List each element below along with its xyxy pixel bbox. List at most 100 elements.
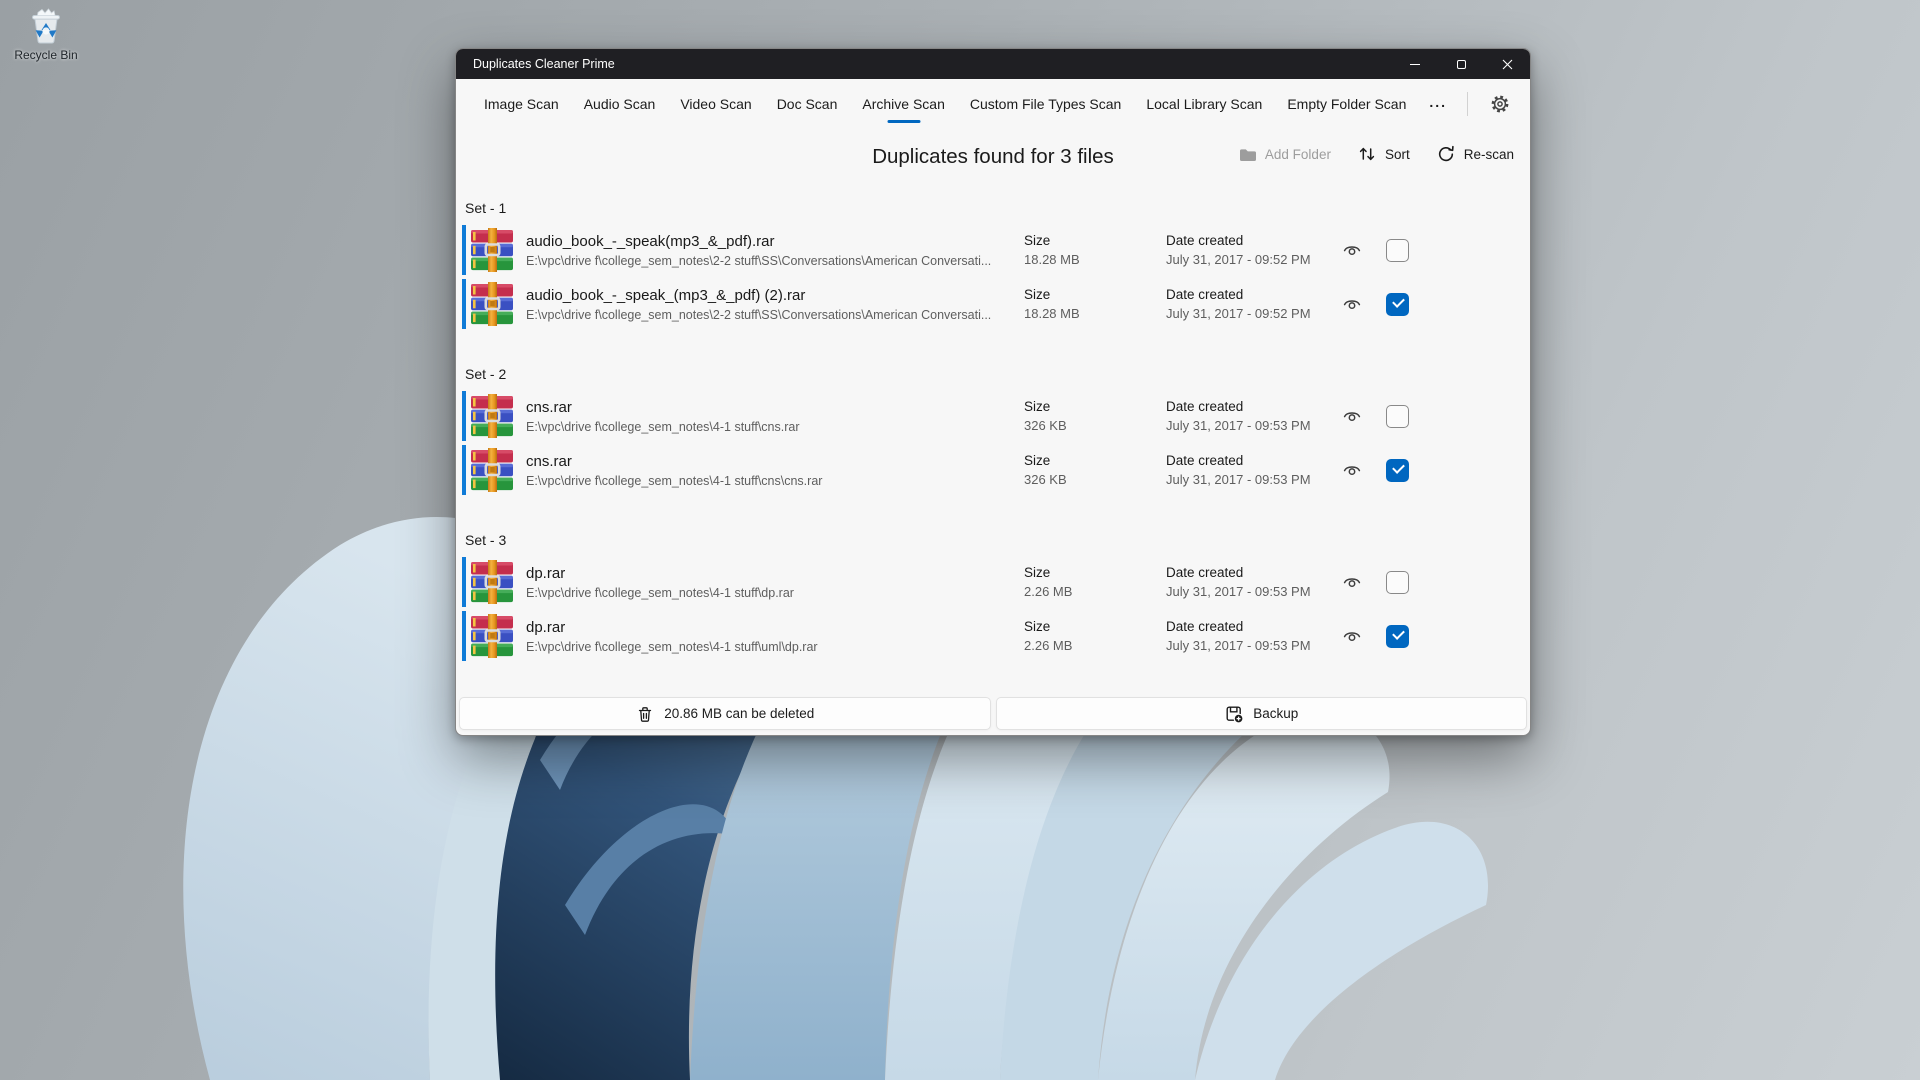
minimize-icon <box>1410 64 1420 65</box>
select-file-checkbox[interactable] <box>1386 459 1409 482</box>
preview-button[interactable] <box>1342 406 1386 426</box>
file-path: E:\vpc\drive f\college_sem_notes\4-1 stu… <box>526 474 1024 488</box>
trash-icon <box>635 704 655 724</box>
file-name: audio_book_-_speak(mp3_&_pdf).rar <box>526 233 1024 250</box>
tab-archive-scan[interactable]: Archive Scan <box>850 89 956 119</box>
size-label: Size <box>1024 453 1166 468</box>
add-folder-button[interactable]: Add Folder <box>1238 145 1331 164</box>
minimize-button[interactable] <box>1392 49 1438 79</box>
recycle-bin-shortcut[interactable]: Recycle Bin <box>6 6 86 62</box>
size-value: 18.28 MB <box>1024 252 1166 267</box>
scan-tabs: Image Scan Audio Scan Video Scan Doc Sca… <box>456 79 1530 129</box>
preview-button[interactable] <box>1342 460 1386 480</box>
refresh-icon <box>1436 144 1456 164</box>
tab-image-scan[interactable]: Image Scan <box>472 89 571 119</box>
winrar-archive-icon <box>470 614 514 658</box>
size-value: 2.26 MB <box>1024 584 1166 599</box>
file-path: E:\vpc\drive f\college_sem_notes\4-1 stu… <box>526 420 1024 434</box>
date-created-value: July 31, 2017 - 09:52 PM <box>1166 252 1342 267</box>
select-file-checkbox[interactable] <box>1386 405 1409 428</box>
tab-custom-file-types-scan[interactable]: Custom File Types Scan <box>958 89 1133 119</box>
file-path: E:\vpc\drive f\college_sem_notes\2-2 stu… <box>526 254 1024 268</box>
date-created-value: July 31, 2017 - 09:52 PM <box>1166 306 1342 321</box>
size-label: Size <box>1024 619 1166 634</box>
winrar-archive-icon <box>470 448 514 492</box>
file-name: dp.rar <box>526 619 1024 636</box>
file-path: E:\vpc\drive f\college_sem_notes\4-1 stu… <box>526 640 1024 654</box>
eye-preview-icon <box>1342 294 1362 314</box>
eye-preview-icon <box>1342 572 1362 592</box>
set-label: Set - 2 <box>465 366 1524 382</box>
file-name: audio_book_-_speak_(mp3_&_pdf) (2).rar <box>526 287 1024 304</box>
file-path: E:\vpc\drive f\college_sem_notes\2-2 stu… <box>526 308 1024 322</box>
tab-local-library-scan[interactable]: Local Library Scan <box>1134 89 1274 119</box>
set-label: Set - 1 <box>465 200 1524 216</box>
set-label: Set - 3 <box>465 532 1524 548</box>
tab-video-scan[interactable]: Video Scan <box>668 89 763 119</box>
size-value: 2.26 MB <box>1024 638 1166 653</box>
date-created-label: Date created <box>1166 233 1342 248</box>
duplicate-file-row: cns.rar E:\vpc\drive f\college_sem_notes… <box>462 445 1524 495</box>
size-value: 326 KB <box>1024 472 1166 487</box>
tab-doc-scan[interactable]: Doc Scan <box>765 89 850 119</box>
preview-button[interactable] <box>1342 572 1386 592</box>
date-created-label: Date created <box>1166 619 1342 634</box>
rescan-label: Re-scan <box>1464 147 1514 162</box>
close-icon <box>1502 59 1513 70</box>
size-value: 326 KB <box>1024 418 1166 433</box>
file-name: dp.rar <box>526 565 1024 582</box>
backup-button[interactable]: Backup <box>996 697 1528 730</box>
gear-icon <box>1490 94 1510 114</box>
size-label: Size <box>1024 233 1166 248</box>
window-title: Duplicates Cleaner Prime <box>473 57 615 71</box>
close-button[interactable] <box>1484 49 1530 79</box>
eye-preview-icon <box>1342 406 1362 426</box>
maximize-button[interactable] <box>1438 49 1484 79</box>
delete-button[interactable]: 20.86 MB can be deleted <box>459 697 991 730</box>
select-file-checkbox[interactable] <box>1386 571 1409 594</box>
date-created-value: July 31, 2017 - 09:53 PM <box>1166 418 1342 433</box>
tab-audio-scan[interactable]: Audio Scan <box>572 89 668 119</box>
eye-preview-icon <box>1342 626 1362 646</box>
winrar-archive-icon <box>470 282 514 326</box>
sort-arrows-icon <box>1357 144 1377 164</box>
recycle-bin-label: Recycle Bin <box>6 48 86 62</box>
file-name: cns.rar <box>526 399 1024 416</box>
titlebar[interactable]: Duplicates Cleaner Prime <box>456 49 1530 79</box>
preview-button[interactable] <box>1342 240 1386 260</box>
size-label: Size <box>1024 399 1166 414</box>
rescan-button[interactable]: Re-scan <box>1436 144 1514 164</box>
recycle-bin-icon <box>26 6 66 46</box>
size-label: Size <box>1024 565 1166 580</box>
winrar-archive-icon <box>470 394 514 438</box>
eye-preview-icon <box>1342 240 1362 260</box>
select-file-checkbox[interactable] <box>1386 293 1409 316</box>
duplicates-cleaner-window: Duplicates Cleaner Prime Image Scan Audi… <box>455 48 1531 736</box>
preview-button[interactable] <box>1342 626 1386 646</box>
tab-empty-folder-scan[interactable]: Empty Folder Scan <box>1275 89 1418 119</box>
select-file-checkbox[interactable] <box>1386 239 1409 262</box>
settings-button[interactable] <box>1490 94 1510 114</box>
date-created-label: Date created <box>1166 287 1342 302</box>
backup-label: Backup <box>1253 706 1298 721</box>
delete-label: 20.86 MB can be deleted <box>664 706 814 721</box>
sort-label: Sort <box>1385 147 1410 162</box>
sort-button[interactable]: Sort <box>1357 144 1410 164</box>
select-file-checkbox[interactable] <box>1386 625 1409 648</box>
tabs-overflow-button[interactable]: ... <box>1419 87 1457 121</box>
date-created-value: July 31, 2017 - 09:53 PM <box>1166 638 1342 653</box>
date-created-label: Date created <box>1166 399 1342 414</box>
duplicate-file-row: cns.rar E:\vpc\drive f\college_sem_notes… <box>462 391 1524 441</box>
add-folder-label: Add Folder <box>1265 147 1331 162</box>
footer-actions: 20.86 MB can be deleted Backup <box>459 697 1527 730</box>
date-created-value: July 31, 2017 - 09:53 PM <box>1166 472 1342 487</box>
size-value: 18.28 MB <box>1024 306 1166 321</box>
duplicate-file-row: dp.rar E:\vpc\drive f\college_sem_notes\… <box>462 557 1524 607</box>
file-name: cns.rar <box>526 453 1024 470</box>
duplicate-sets-list: Set - 1 audio_book_-_speak(mp3_&_pdf).ra… <box>456 200 1530 661</box>
preview-button[interactable] <box>1342 294 1386 314</box>
winrar-archive-icon <box>470 560 514 604</box>
results-header: Duplicates found for 3 files Add Folder … <box>456 129 1530 179</box>
folder-icon <box>1238 145 1257 164</box>
winrar-archive-icon <box>470 228 514 272</box>
